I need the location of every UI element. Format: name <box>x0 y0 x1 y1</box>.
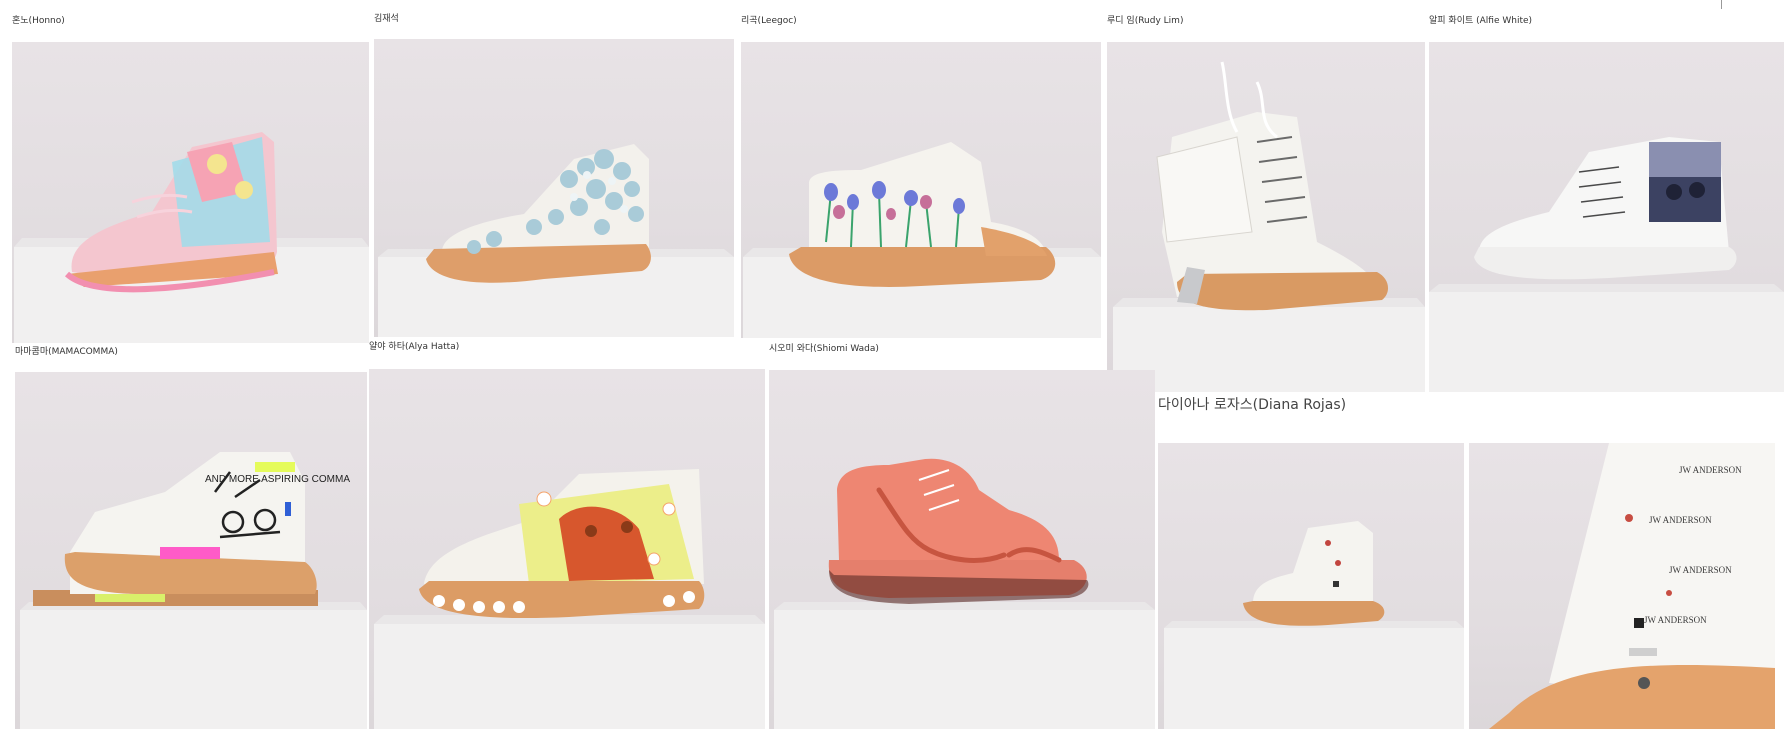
brand-print-2: JW ANDERSON <box>1649 515 1712 525</box>
artist-caption-alfie-white: 알피 화이트 (Alfie White) <box>1429 16 1533 26</box>
artist-caption-diana-rojas: 다이아나 로자스(Diana Rojas) <box>1158 397 1347 413</box>
scribble-text: AND MORE ASPIRING COMMA <box>205 474 350 485</box>
artist-caption-honno: 혼노(Honno) <box>12 16 65 26</box>
shoe-photo-mamacomma[interactable]: AND MORE ASPIRING COMMA <box>15 372 367 729</box>
shoe-photo-honno[interactable] <box>12 42 369 343</box>
artist-caption-alya-hatta: 얄야 하타(Alya Hatta) <box>369 342 460 352</box>
brand-print-3: JW ANDERSON <box>1669 565 1732 575</box>
shoe-photo-kimjaeseok[interactable] <box>374 39 734 337</box>
artist-caption-kimjaeseok: 김재석 <box>374 14 399 24</box>
artist-caption-shiomi-wada: 시오미 와다(Shiomi Wada) <box>769 344 879 354</box>
shoe-photo-diana-rojas-closeup[interactable]: JW ANDERSON JW ANDERSON JW ANDERSON JW A… <box>1469 443 1775 729</box>
shoe-photo-leegoc[interactable] <box>741 42 1101 338</box>
shoe-photo-shiomi-wada[interactable] <box>769 370 1155 729</box>
top-right-divider <box>1721 0 1722 9</box>
shoe-photo-alfie-white[interactable] <box>1429 42 1784 392</box>
brand-print-1: JW ANDERSON <box>1679 465 1742 475</box>
artist-caption-mamacomma: 마마콤마(MAMACOMMA) <box>15 347 118 357</box>
artist-caption-leegoc: 리곡(Leegoc) <box>741 16 797 26</box>
artist-caption-rudy-lim: 루디 임(Rudy Lim) <box>1107 16 1184 26</box>
shoe-photo-diana-rojas-full[interactable] <box>1158 443 1464 729</box>
brand-print-4: JW ANDERSON <box>1644 615 1707 625</box>
shoe-photo-rudy-lim[interactable] <box>1107 42 1425 392</box>
shoe-photo-alya-hatta[interactable] <box>369 369 765 729</box>
